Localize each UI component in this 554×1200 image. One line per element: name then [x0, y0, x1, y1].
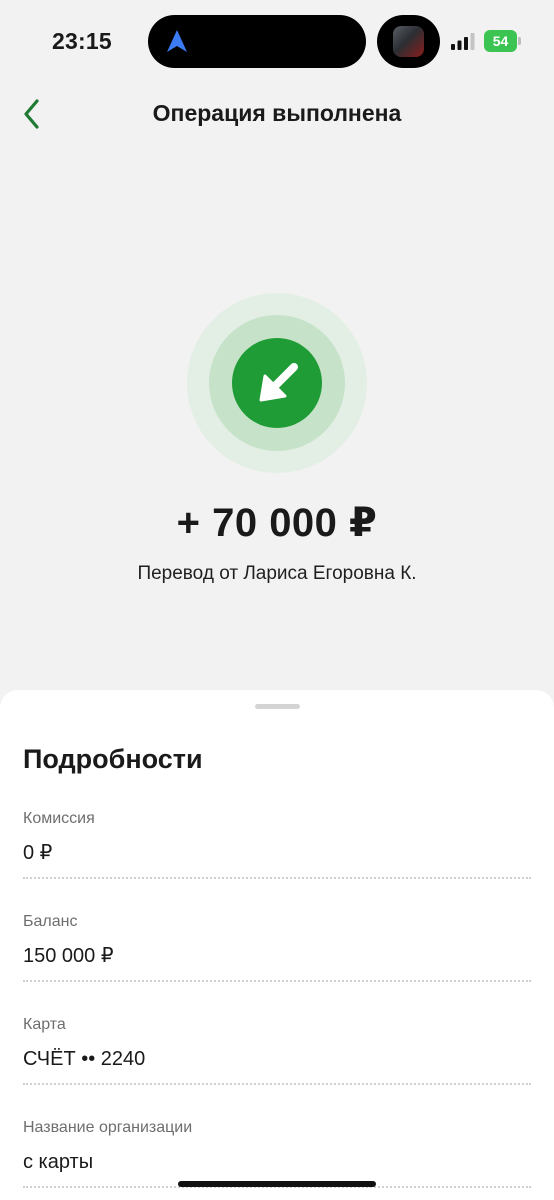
page-title: Операция выполнена — [152, 100, 402, 126]
operation-amount: + 70 000 ₽ — [176, 501, 378, 545]
detail-label: Баланс — [23, 913, 78, 930]
detail-value: СЧЁТ •• 2240 — [23, 1048, 146, 1070]
screen: 23:15 54 Операция выполнена + 70 000 ₽ П… — [0, 0, 554, 1200]
status-time: 23:15 — [52, 28, 112, 54]
detail-organization: Название организации с карты — [23, 1118, 531, 1188]
detail-value: 0 ₽ — [23, 842, 53, 864]
sheet-grabber[interactable] — [255, 704, 300, 709]
incoming-arrow-icon — [259, 363, 298, 402]
detail-label: Карта — [23, 1016, 66, 1033]
dynamic-island — [148, 15, 366, 68]
operation-description: Перевод от Лариса Егоровна К. — [137, 563, 417, 584]
battery-icon: 54 — [484, 30, 521, 52]
details-title: Подробности — [23, 744, 203, 774]
divider — [23, 980, 531, 982]
detail-label: Название организации — [23, 1119, 193, 1136]
detail-label: Комиссия — [23, 810, 95, 827]
detail-value: с карты — [23, 1151, 94, 1173]
signal-icon — [451, 33, 475, 50]
home-indicator[interactable] — [178, 1181, 376, 1187]
live-activity-bubble[interactable] — [377, 15, 440, 68]
app-thumbnail-icon — [393, 26, 424, 57]
status-bar: 23:15 54 — [0, 0, 554, 84]
detail-balance: Баланс 150 000 ₽ — [23, 912, 531, 982]
details-sheet[interactable]: Подробности Комиссия 0 ₽ Баланс 150 000 … — [0, 690, 554, 1200]
divider — [23, 1083, 531, 1085]
location-arrow-icon — [167, 30, 187, 52]
detail-value: 150 000 ₽ — [23, 945, 114, 967]
detail-card: Карта СЧЁТ •• 2240 — [23, 1015, 531, 1085]
divider — [23, 877, 531, 879]
battery-level: 54 — [484, 30, 517, 52]
detail-commission: Комиссия 0 ₽ — [23, 809, 531, 879]
